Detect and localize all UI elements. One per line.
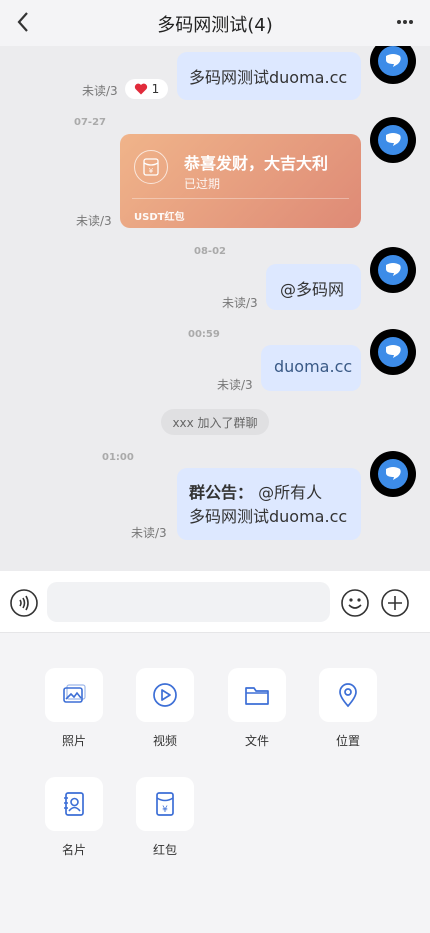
chat-bubble-icon xyxy=(378,46,408,76)
avatar[interactable] xyxy=(370,46,416,84)
chat-header: 多码网测试(4) xyxy=(0,0,430,46)
svg-text:¥: ¥ xyxy=(149,167,154,175)
message-input[interactable] xyxy=(47,582,330,622)
avatar[interactable] xyxy=(370,247,416,293)
location-icon xyxy=(319,668,377,722)
more-dots-icon[interactable] xyxy=(390,9,420,35)
emoji-icon[interactable] xyxy=(340,588,370,618)
tool-label: 红包 xyxy=(152,843,177,857)
folder-icon xyxy=(228,668,286,722)
chat-bubble-icon xyxy=(378,337,408,367)
voice-icon[interactable] xyxy=(9,588,39,618)
red-packet-icon: ¥ xyxy=(136,777,194,831)
announcement-label: 群公告： xyxy=(189,483,254,502)
chat-title: 多码网测试(4) xyxy=(157,15,273,36)
unread-status: 未读/3 xyxy=(222,296,258,310)
unread-status: 未读/3 xyxy=(76,214,112,228)
tool-label: 名片 xyxy=(61,843,86,857)
photo-icon xyxy=(45,668,103,722)
video-icon xyxy=(136,668,194,722)
divider xyxy=(132,198,349,199)
message-bubble[interactable]: duoma.cc xyxy=(261,345,361,391)
unread-status: 未读/3 xyxy=(82,84,118,98)
announcement-header-line: 群公告： @所有人 xyxy=(189,481,349,505)
red-packet-message[interactable]: ¥ 恭喜发财，大吉大利 已过期 USDT红包 xyxy=(120,134,361,228)
unread-status: 未读/3 xyxy=(217,378,253,392)
contact-card-icon xyxy=(45,777,103,831)
announcement-bubble[interactable]: 群公告： @所有人 多码网测试duoma.cc xyxy=(177,468,361,540)
announcement-text: 多码网测试duoma.cc xyxy=(189,507,348,526)
chat-bubble-icon xyxy=(378,255,408,285)
red-packet-icon: ¥ xyxy=(134,150,168,184)
red-packet-title: 恭喜发财，大吉大利 xyxy=(184,154,329,173)
message-list[interactable]: 多码网测试duoma.cc 未读/3 1 07-27 ¥ 恭喜发财，大吉大利 已… xyxy=(0,46,430,571)
avatar[interactable] xyxy=(370,451,416,497)
announcement-mention: @所有人 xyxy=(258,483,323,502)
heart-icon xyxy=(134,83,147,95)
red-packet-status: 已过期 xyxy=(184,177,221,191)
tool-label: 视频 xyxy=(152,734,177,748)
tool-red-packet[interactable]: ¥ 红包 xyxy=(136,777,194,858)
tool-label: 文件 xyxy=(244,734,269,748)
timestamp: 01:00 xyxy=(102,452,134,463)
reaction-count: 1 xyxy=(151,82,160,96)
tool-photo[interactable]: 照片 xyxy=(45,668,103,749)
chat-bubble-icon xyxy=(378,125,408,155)
svg-text:¥: ¥ xyxy=(162,805,168,815)
tool-video[interactable]: 视频 xyxy=(136,668,194,749)
timestamp: 08-02 xyxy=(194,246,226,257)
reaction-badge[interactable]: 1 xyxy=(125,79,168,99)
message-bubble[interactable]: @多码网 xyxy=(266,264,361,310)
tool-location[interactable]: 位置 xyxy=(319,668,377,749)
chat-bubble-icon xyxy=(378,459,408,489)
plus-icon[interactable] xyxy=(380,588,410,618)
tool-label: 照片 xyxy=(61,734,86,748)
tool-file[interactable]: 文件 xyxy=(228,668,286,749)
avatar[interactable] xyxy=(370,117,416,163)
message-bubble[interactable]: 多码网测试duoma.cc xyxy=(177,52,361,100)
avatar[interactable] xyxy=(370,329,416,375)
timestamp: 07-27 xyxy=(74,117,106,128)
system-notice: xxx 加入了群聊 xyxy=(161,409,269,435)
red-packet-type: USDT红包 xyxy=(134,212,185,223)
attachment-panel: 照片 视频 文件 位置 名片 ¥ 红包 xyxy=(0,632,430,933)
tool-contact-card[interactable]: 名片 xyxy=(45,777,103,858)
unread-status: 未读/3 xyxy=(131,526,167,540)
timestamp: 00:59 xyxy=(188,329,220,340)
tool-label: 位置 xyxy=(335,734,360,748)
